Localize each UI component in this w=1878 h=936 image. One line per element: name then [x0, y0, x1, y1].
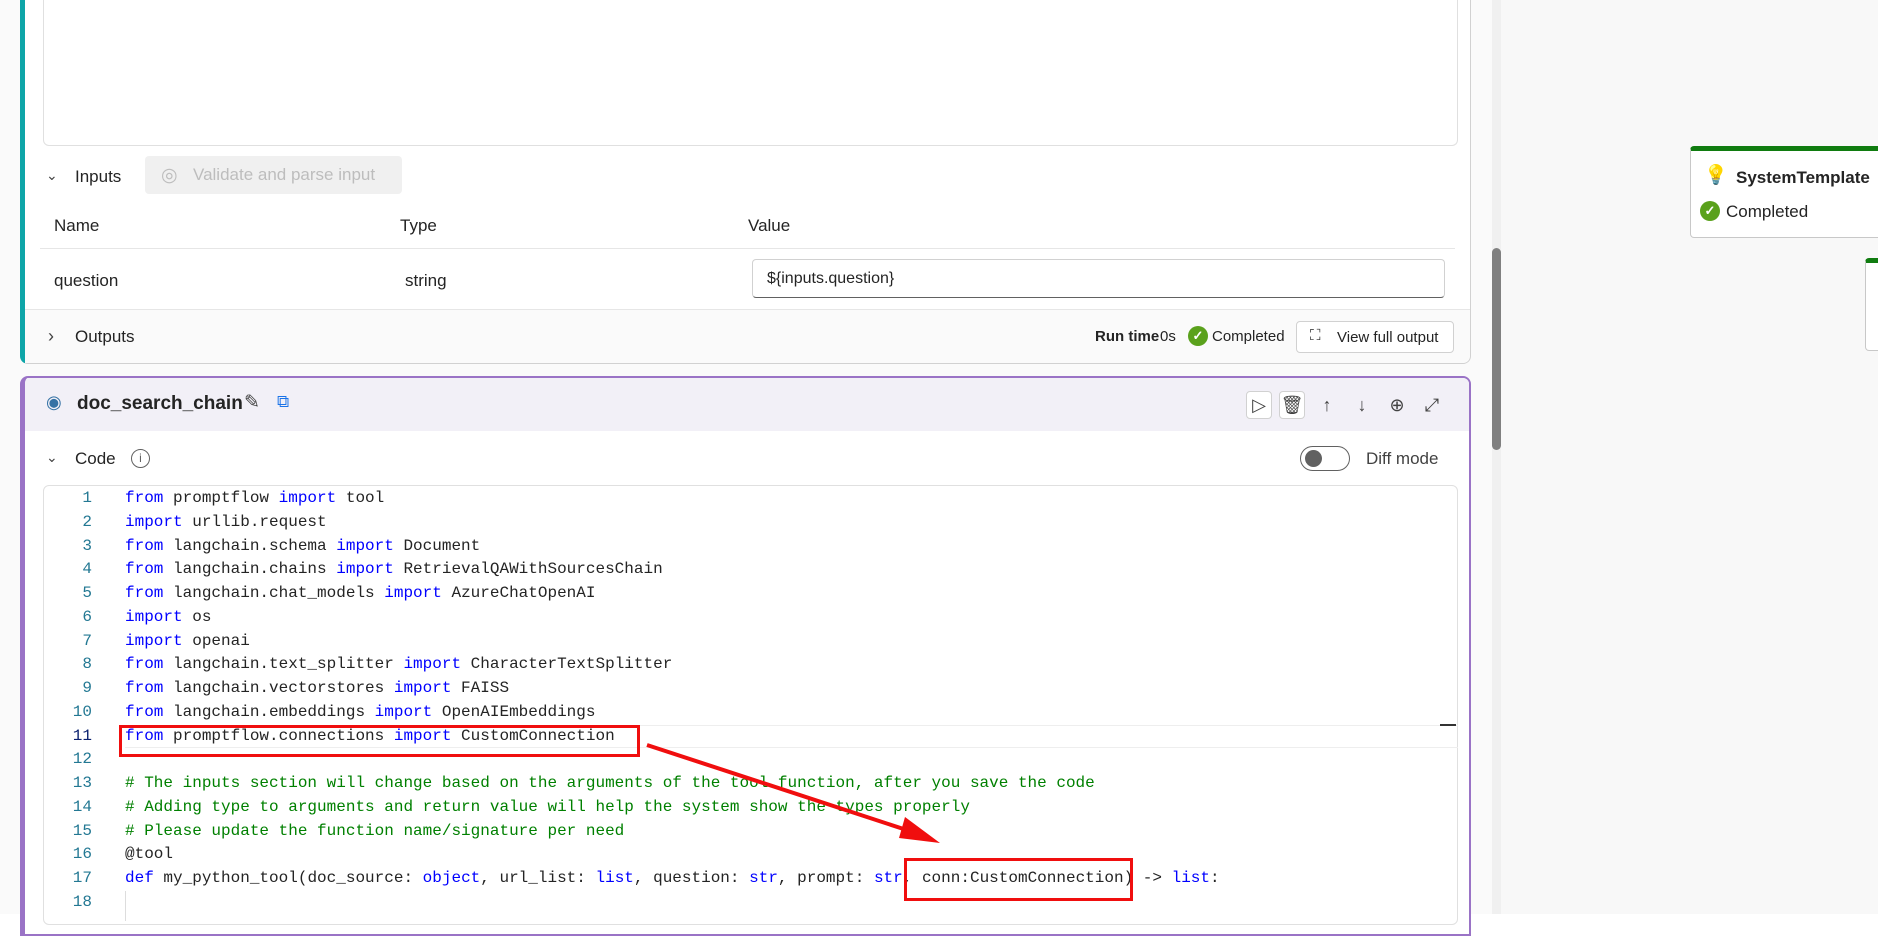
arrow-shaft [646, 743, 926, 838]
arrow-head [899, 817, 940, 843]
annotation-arrow [646, 743, 940, 843]
